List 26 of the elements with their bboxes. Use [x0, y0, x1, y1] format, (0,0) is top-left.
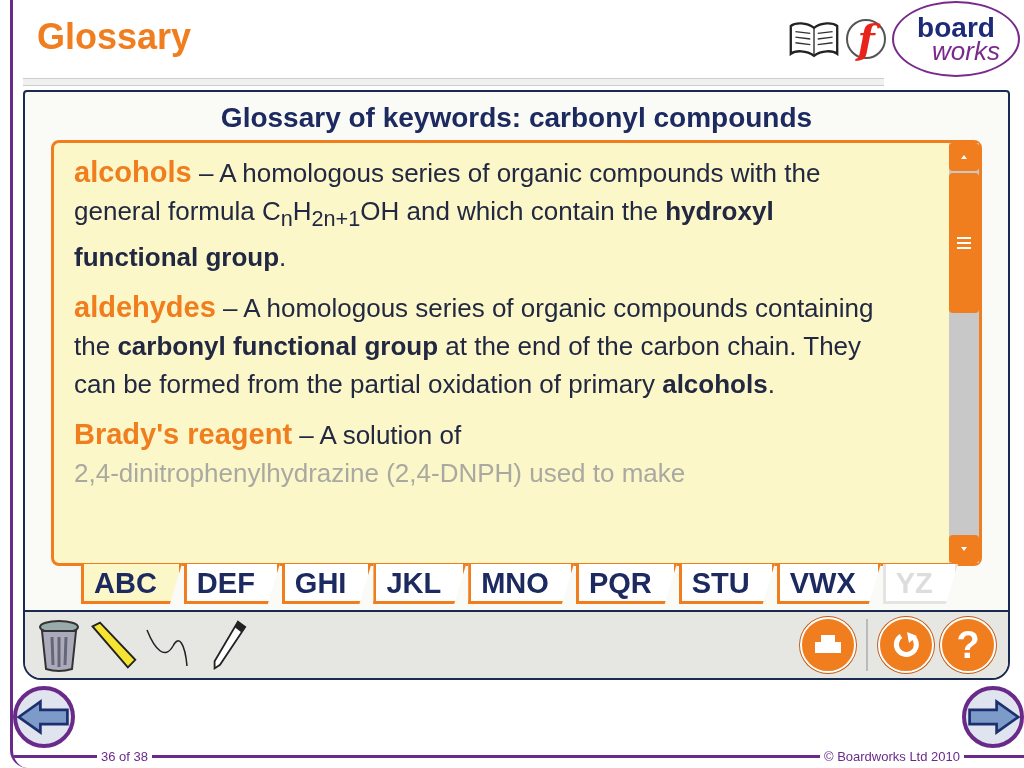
glossary-entry-continuation: 2,4-dinitrophenylhydrazine (2,4-DNPH) used to make — [74, 457, 687, 491]
letter-tab[interactable]: JKL — [373, 564, 467, 604]
letter-tab[interactable]: PQR — [575, 564, 677, 604]
copyright-text: © Boardworks Ltd 2010 — [823, 748, 960, 764]
book-icon[interactable] — [788, 20, 840, 58]
reset-button[interactable] — [878, 617, 934, 673]
letter-tab[interactable]: MNO — [468, 564, 574, 604]
glossary-entry: alcohols – A homologous series of organic compounds with the general formula C$_{n}$H$_{2n+1}$OH and which contain the hydroxyl functional group. — [74, 155, 822, 275]
glossary-entry: aldehydes – A homologous series of organic compounds containing the carbonyl functional group at the end of the carbon chain. They can be formed from the partial oxidation of primary alcohols. — [74, 290, 875, 402]
letter-tab[interactable]: GHI — [281, 564, 372, 604]
trash-icon[interactable] — [37, 617, 81, 673]
scrollbar[interactable] — [949, 143, 979, 563]
glossary-entry: Brady's reagent – A solution of — [74, 417, 463, 453]
slide-title: Glossary — [37, 16, 192, 58]
letter-tab[interactable]: VWX — [776, 564, 881, 604]
letter-tab[interactable]: STU — [678, 564, 775, 604]
scroll-thumb[interactable] — [949, 173, 979, 313]
letter-tab[interactable]: DEF — [183, 564, 280, 604]
letter-tab[interactable]: ABC — [81, 564, 182, 604]
flash-icon[interactable]: f — [846, 19, 886, 59]
print-button[interactable] — [800, 617, 856, 673]
glossary-heading: Glossary of keywords: carbonyl compounds — [219, 101, 814, 135]
pen-icon[interactable] — [211, 619, 247, 671]
logo: board works — [892, 1, 1020, 77]
page-number: 36 of 38 — [101, 748, 148, 764]
reset-icon — [891, 630, 921, 660]
